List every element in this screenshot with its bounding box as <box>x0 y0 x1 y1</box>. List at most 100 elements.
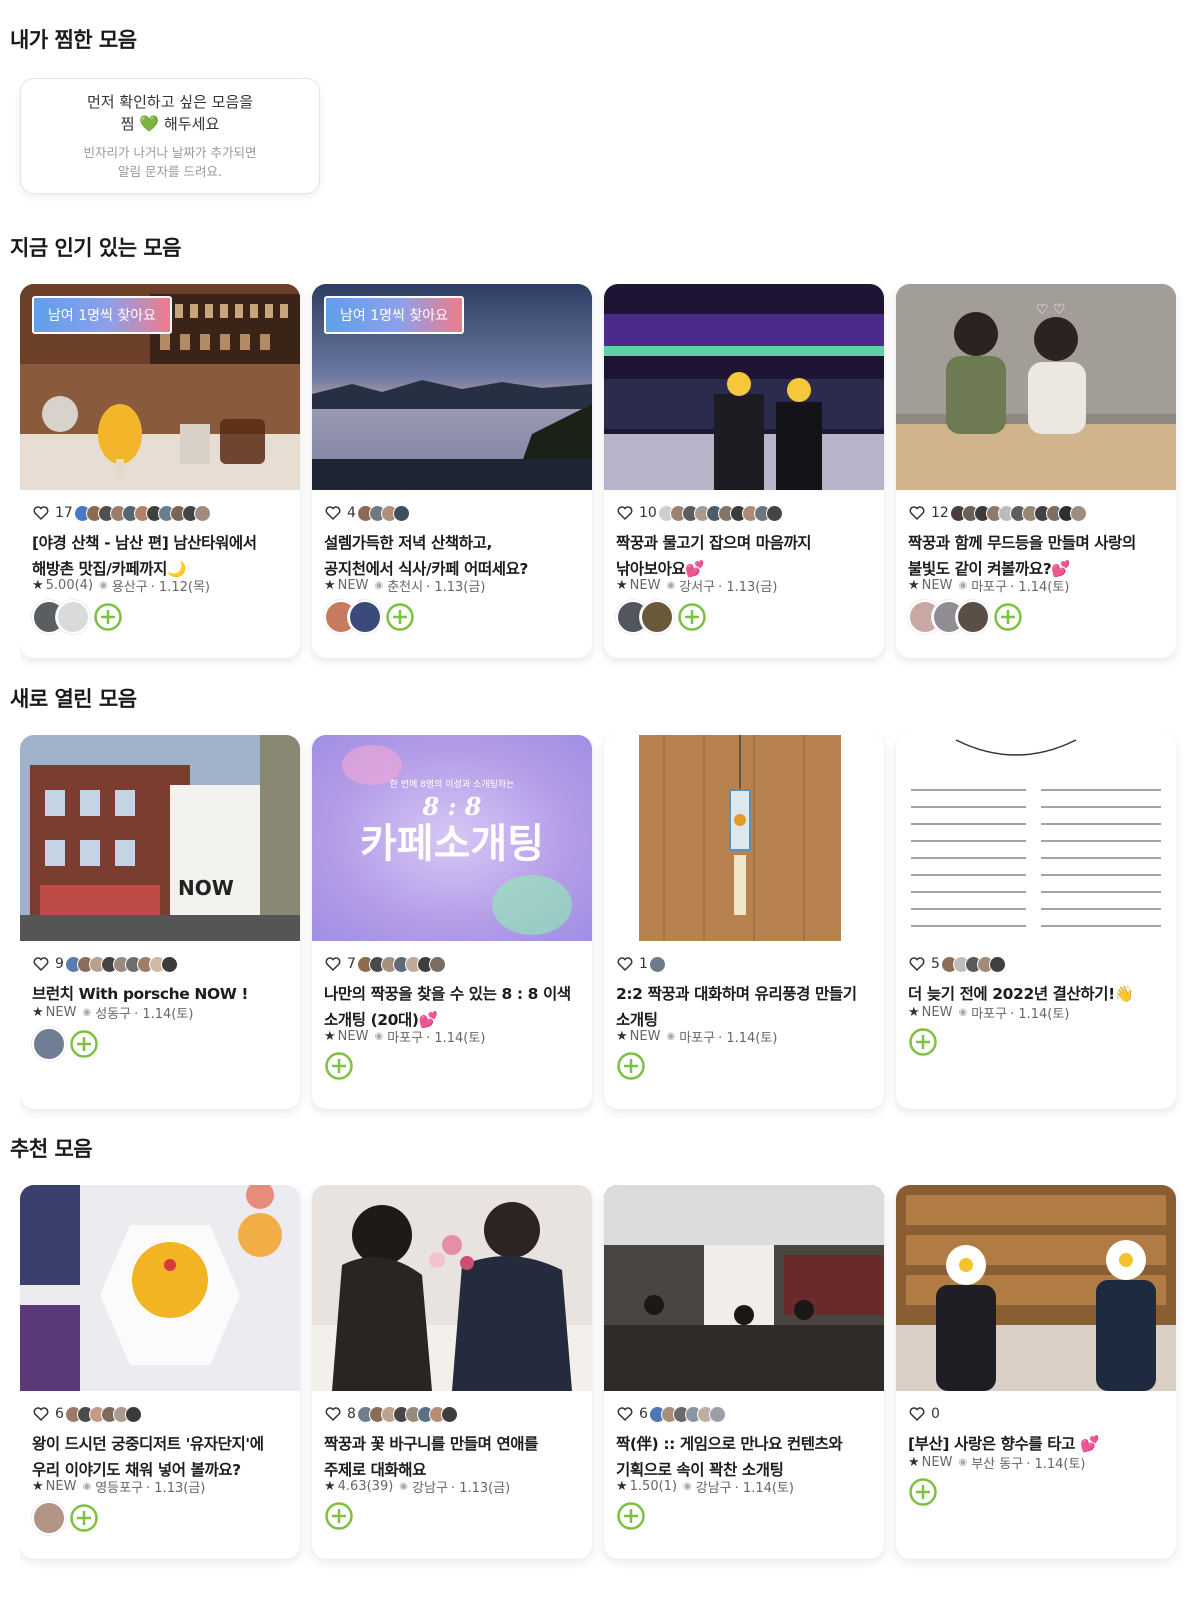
heart-outline-icon[interactable] <box>616 955 634 973</box>
section-title-popular: 지금 인기 있는 모음 <box>10 236 182 260</box>
member-avatars <box>908 1477 938 1507</box>
plus-circle-icon[interactable] <box>616 1501 646 1531</box>
plus-circle-icon[interactable] <box>677 602 707 632</box>
like-count: 5 <box>931 956 940 972</box>
meeting-title: [야경 산책 - 남산 편] 남산타워에서 해방촌 맛집/카페까지🌙 <box>32 534 257 578</box>
heart-outline-icon[interactable] <box>908 1405 926 1423</box>
avatar <box>193 504 211 522</box>
location: 강남구 <box>412 1481 448 1496</box>
meeting-date: 1.12(목) <box>158 580 210 595</box>
plus-circle-icon[interactable] <box>616 1051 646 1081</box>
member-avatars <box>616 1051 646 1081</box>
meeting-card[interactable]: 남여 1명씩 찾아요 17 [야경 산책 - 남산 편] 남산타워에서 해방촌 맛… <box>20 284 300 658</box>
avatar <box>32 1501 66 1535</box>
meeting-card[interactable]: 한 번에 8명의 이성과 소개팅하는 8 : 8 카페소개팅 7 나만의 짝꿍을… <box>312 735 592 1109</box>
meeting-thumbnail: 한 번에 8명의 이성과 소개팅하는 8 : 8 카페소개팅 <box>312 735 592 941</box>
rating: NEW <box>337 1029 369 1044</box>
location-pin-icon: ◉ <box>399 1481 409 1492</box>
meeting-meta: ★ NEW ◉ 영등포구 · 1.13(금) <box>32 1479 206 1496</box>
meeting-card[interactable]: NOW 9 브런치 With porsche NOW ! ★ NEW ◉ 성동구 ·… <box>20 735 300 1109</box>
meeting-title: 짝꿍과 꽃 바구니를 만들며 연애를 주제로 대화해요 <box>324 1435 539 1479</box>
meeting-meta: ★ 4.63(39) ◉ 강남구 · 1.13(금) <box>324 1479 511 1496</box>
rating: NEW <box>629 578 661 593</box>
section-title-new: 새로 열린 모음 <box>10 687 137 711</box>
meeting-date: 1.14(토) <box>434 1031 486 1046</box>
location-pin-icon: ◉ <box>82 1481 92 1492</box>
heart-outline-icon[interactable] <box>32 955 50 973</box>
meeting-title: 짝꿍과 물고기 잡으며 마음까지 낚아보아요💕 <box>616 534 812 578</box>
rating: NEW <box>921 1455 953 1470</box>
meeting-card[interactable]: 10 짝꿍과 물고기 잡으며 마음까지 낚아보아요💕 ★ NEW ◉ 강서구 · 1.… <box>604 284 884 658</box>
heart-outline-icon[interactable] <box>616 1405 634 1423</box>
meeting-date: 1.13(금) <box>154 1481 206 1496</box>
avatar <box>648 955 666 973</box>
like-count: 9 <box>55 956 64 972</box>
plus-circle-icon[interactable] <box>324 1051 354 1081</box>
meeting-card[interactable]: 6 왕이 드시던 궁중디저트 '유자단지'에 우리 이야기도 채워 넣어 볼까요?… <box>20 1185 300 1559</box>
location: 성동구 <box>95 1007 132 1022</box>
plus-circle-icon[interactable] <box>993 602 1023 632</box>
location: 마포구 <box>971 580 1008 595</box>
plus-circle-icon[interactable] <box>385 602 415 632</box>
location: 영등포구 <box>95 1481 144 1496</box>
poster-main-text: 카페소개팅 <box>360 821 544 867</box>
meeting-thumbnail: 남여 1명씩 찾아요 <box>20 284 300 490</box>
svg-text:♡ ♡: ♡ ♡ <box>1036 302 1066 318</box>
meeting-date: 1.14(토) <box>726 1031 778 1046</box>
star-icon: ★ <box>616 578 628 593</box>
like-count: 12 <box>931 505 949 521</box>
rating: NEW <box>45 1479 77 1494</box>
heart-outline-icon[interactable] <box>32 504 50 522</box>
meeting-meta: ★ NEW ◉ 성동구 · 1.14(토) <box>32 1005 194 1022</box>
meeting-card[interactable]: 1 2:2 짝꿍과 대화하며 유리풍경 만들기 소개팅 ★ NEW ◉ 마포구 · 1… <box>604 735 884 1109</box>
meeting-date: 1.13(금) <box>434 580 486 595</box>
heart-outline-icon[interactable] <box>324 1405 342 1423</box>
location: 춘천시 <box>387 580 424 595</box>
plus-circle-icon[interactable] <box>324 1501 354 1531</box>
meeting-date: 1.13(금) <box>726 580 778 595</box>
rating: NEW <box>921 1005 953 1020</box>
heart-outline-icon[interactable] <box>908 955 926 973</box>
meeting-meta: ★ NEW ◉ 강서구 · 1.13(금) <box>616 578 778 595</box>
location-pin-icon: ◉ <box>666 580 676 591</box>
meeting-card[interactable]: 8 짝꿍과 꽃 바구니를 만들며 연애를 주제로 대화해요 ★ 4.63(39) ◉… <box>312 1185 592 1559</box>
plus-circle-icon[interactable] <box>908 1477 938 1507</box>
plus-circle-icon[interactable] <box>69 1503 99 1533</box>
recruit-badge: 남여 1명씩 찾아요 <box>324 296 464 334</box>
meeting-card[interactable]: 5 더 늦기 전에 2022년 결산하기!👋 ★ NEW ◉ 마포구 · 1.14(… <box>896 735 1176 1109</box>
location-pin-icon: ◉ <box>374 580 384 591</box>
meeting-meta: ★ NEW ◉ 마포구 · 1.14(토) <box>908 578 1070 595</box>
meeting-thumbnail: 남여 1명씩 찾아요 <box>312 284 592 490</box>
avatar <box>56 600 90 634</box>
meeting-card[interactable]: 0 [부산] 사랑은 향수를 타고 💕 ★ NEW ◉ 부산 동구 · 1.14(토… <box>896 1185 1176 1559</box>
meeting-title: 왕이 드시던 궁중디저트 '유자단지'에 우리 이야기도 채워 넣어 볼까요? <box>32 1435 264 1479</box>
member-avatars <box>32 600 123 634</box>
heart-outline-icon[interactable] <box>908 504 926 522</box>
heart-outline-icon[interactable] <box>32 1405 50 1423</box>
section-title-recommended: 추천 모음 <box>10 1137 93 1161</box>
heart-outline-icon[interactable] <box>324 504 342 522</box>
plus-circle-icon[interactable] <box>93 602 123 632</box>
recommended-row: 6 왕이 드시던 궁중디저트 '유자단지'에 우리 이야기도 채워 넣어 볼까요?… <box>20 1185 1200 1569</box>
avatar <box>708 1405 726 1423</box>
meeting-meta: ★ NEW ◉ 마포구 · 1.14(토) <box>908 1005 1070 1022</box>
heart-outline-icon[interactable] <box>616 504 634 522</box>
member-avatars <box>324 600 415 634</box>
meeting-meta: ★ NEW ◉ 춘천시 · 1.13(금) <box>324 578 486 595</box>
avatar <box>392 504 410 522</box>
meeting-title: 나만의 짝꿍을 찾을 수 있는 8 : 8 이색 소개팅 (20대)💕 <box>324 985 571 1029</box>
location: 강서구 <box>679 580 716 595</box>
empty-line2-pre: 찜 <box>120 115 135 133</box>
meeting-card[interactable]: ♡ ♡ 12 짝꿍과 함께 무드등을 만들며 사랑의 불빛도 같이 켜볼까요?💕 … <box>896 284 1176 658</box>
rating: NEW <box>45 1005 77 1020</box>
meeting-card[interactable]: 6 짝(伴) :: 게임으로 만나요 컨텐츠와 기획으로 속이 꽉찬 소개팅 ★ 1… <box>604 1185 884 1559</box>
meeting-card[interactable]: 남여 1명씩 찾아요 4 설렘가득한 저녁 산책하고, 공지천에서 식사/카페 어… <box>312 284 592 658</box>
meeting-title: 짝(伴) :: 게임으로 만나요 컨텐츠와 기획으로 속이 꽉찬 소개팅 <box>616 1435 843 1479</box>
location-pin-icon: ◉ <box>683 1481 692 1492</box>
meeting-title: 설렘가득한 저녁 산책하고, 공지천에서 식사/카페 어떠세요? <box>324 534 529 578</box>
plus-circle-icon[interactable] <box>69 1029 99 1059</box>
recruit-badge: 남여 1명씩 찾아요 <box>32 296 172 334</box>
plus-circle-icon[interactable] <box>908 1027 938 1057</box>
avatar <box>428 955 446 973</box>
heart-outline-icon[interactable] <box>324 955 342 973</box>
